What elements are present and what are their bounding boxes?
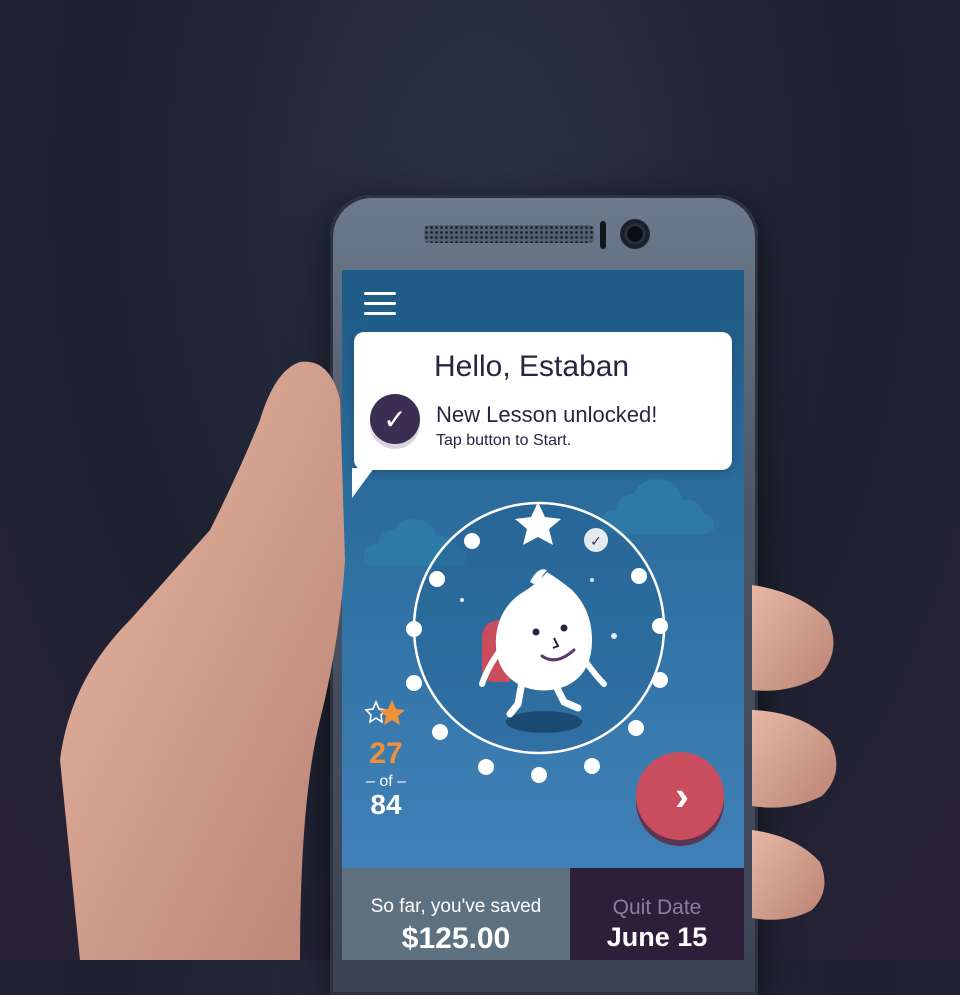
quit-date-label: Quit Date xyxy=(612,896,702,919)
phone-sensor xyxy=(600,221,606,249)
quit-date-value: June 15 xyxy=(606,922,708,952)
savings-value: $125.00 xyxy=(401,922,511,955)
chevron-right-icon: › xyxy=(675,772,689,819)
phone-speaker xyxy=(424,225,594,243)
stars-progress: 27 – of – 84 xyxy=(356,698,416,821)
phone-camera xyxy=(620,219,650,249)
lesson-progress-ring: ✓ xyxy=(406,501,668,783)
stars-completed: 27 xyxy=(369,737,403,770)
svg-text:✓: ✓ xyxy=(590,534,602,550)
savings-panel: So far, you've saved $125.00 xyxy=(342,868,570,960)
quit-date-panel: Quit Date June 15 xyxy=(570,868,744,960)
scene: Hello, Estaban ✓ New Lesson unlocked! Ta… xyxy=(0,0,960,995)
app-screen: Hello, Estaban ✓ New Lesson unlocked! Ta… xyxy=(342,270,744,960)
stars-icon xyxy=(364,699,405,725)
stars-total: 84 xyxy=(370,789,402,820)
savings-label: So far, you've saved xyxy=(370,896,542,917)
next-lesson-button[interactable]: › xyxy=(636,752,724,840)
